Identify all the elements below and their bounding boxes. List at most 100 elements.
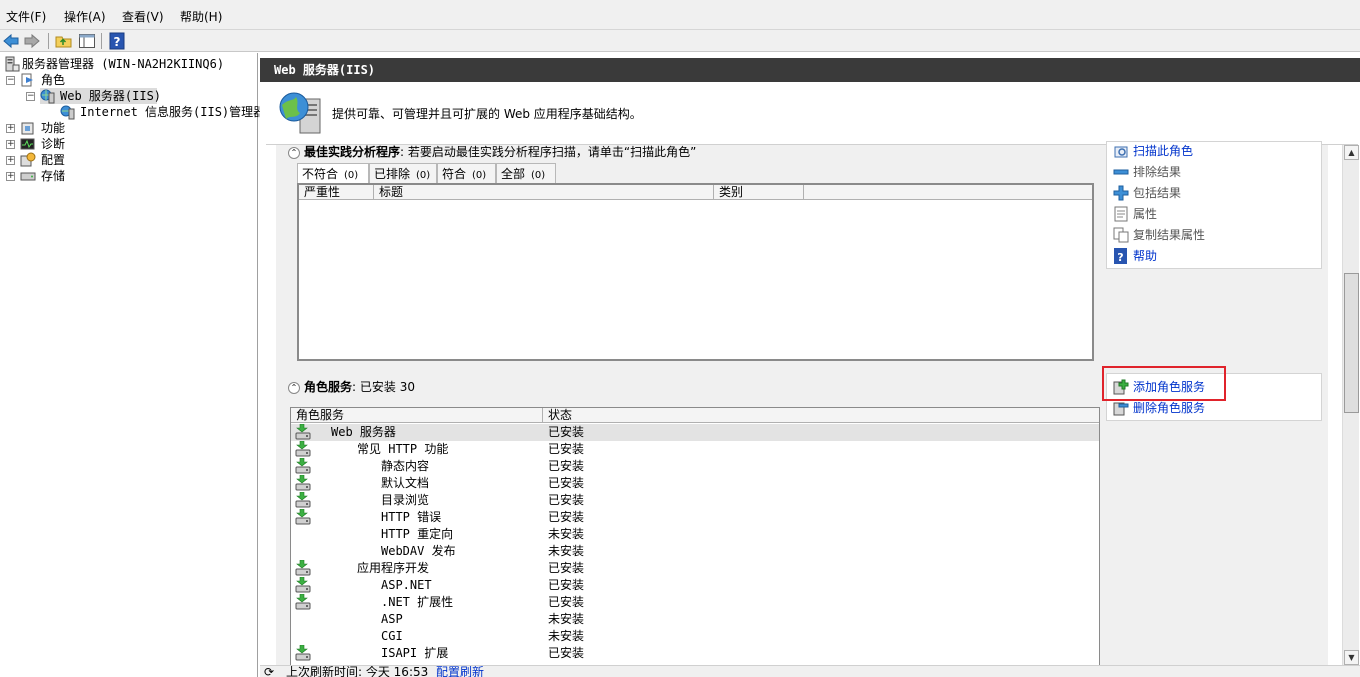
features-expand-toggle[interactable]: + — [6, 124, 15, 133]
include-icon — [1113, 185, 1129, 201]
menu-action[interactable]: 操作(A) — [64, 8, 106, 25]
server-manager-icon — [4, 56, 20, 72]
bpa-section-header: ⌃ 最佳实践分析程序: 若要启动最佳实践分析程序扫描，请单击“扫描此角色” — [288, 143, 696, 160]
menu-help[interactable]: 帮助(H) — [180, 8, 222, 25]
help-icon[interactable]: ? — [108, 32, 126, 50]
installed-icon — [295, 559, 311, 576]
role-service-name: 应用程序开发 — [357, 561, 430, 575]
role-service-status: 未安装 — [548, 629, 585, 643]
storage-expand-toggle[interactable]: + — [6, 172, 15, 181]
tab-all[interactable]: 全部 (0) — [496, 163, 556, 183]
bpa-collapse-button[interactable]: ⌃ — [288, 146, 300, 159]
scroll-up-arrow[interactable]: ▲ — [1344, 145, 1359, 160]
role-service-status: 未安装 — [548, 527, 585, 541]
table-row[interactable]: ASP.NET 已安装 — [291, 576, 1099, 594]
table-row[interactable]: HTTP 重定向 未安装 — [291, 526, 1099, 543]
scroll-thumb[interactable] — [1344, 273, 1359, 413]
copy-icon — [1113, 227, 1129, 243]
tab-noncompliant[interactable]: 不符合 (0) — [297, 163, 369, 183]
tab-compliant[interactable]: 符合 (0) — [437, 163, 496, 183]
table-row[interactable]: CGI 未安装 — [291, 628, 1099, 645]
tree-item-web-server[interactable]: Web 服务器(IIS) — [40, 88, 161, 104]
table-row[interactable]: ISAPI 扩展 已安装 — [291, 644, 1099, 662]
toolbar: ? — [0, 30, 1360, 52]
role-service-name: HTTP 错误 — [381, 510, 442, 524]
role-service-name: .NET 扩展性 — [381, 595, 454, 609]
table-row[interactable]: HTTP 错误 已安装 — [291, 508, 1099, 526]
role-service-name: WebDAV 发布 — [381, 544, 456, 558]
installed-icon — [295, 644, 311, 661]
svg-text:?: ? — [1117, 251, 1123, 264]
folder-up-icon[interactable] — [55, 32, 73, 50]
role-service-name: HTTP 重定向 — [381, 527, 454, 541]
bpa-results-grid: 严重性 标题 类别 — [297, 183, 1094, 361]
menu-view[interactable]: 查看(V) — [122, 8, 164, 25]
installed-icon — [295, 440, 311, 457]
storage-icon — [20, 168, 36, 184]
diagnostics-expand-toggle[interactable]: + — [6, 140, 15, 149]
roles-icon — [20, 72, 36, 88]
forward-icon[interactable] — [23, 32, 41, 50]
installed-icon — [295, 508, 311, 525]
column-status[interactable]: 状态 — [543, 408, 1099, 423]
configuration-expand-toggle[interactable]: + — [6, 156, 15, 165]
column-category[interactable]: 类别 — [714, 185, 804, 200]
table-row[interactable]: .NET 扩展性 已安装 — [291, 593, 1099, 611]
remove-role-service-icon — [1113, 400, 1129, 416]
installed-icon — [295, 593, 311, 610]
scroll-down-arrow[interactable]: ▼ — [1344, 650, 1359, 665]
installed-icon — [295, 576, 311, 593]
table-row[interactable]: 应用程序开发 已安装 — [291, 559, 1099, 577]
role-service-status: 已安装 — [548, 510, 585, 524]
table-row[interactable]: 目录浏览 已安装 — [291, 491, 1099, 509]
role-service-name: ASP.NET — [381, 578, 432, 592]
role-service-status: 已安装 — [548, 646, 585, 660]
table-row[interactable]: WebDAV 发布 未安装 — [291, 543, 1099, 560]
role-service-status: 已安装 — [548, 595, 585, 609]
features-icon — [20, 120, 36, 136]
role-service-status: 已安装 — [548, 561, 585, 575]
menu-file[interactable]: 文件(F) — [6, 8, 46, 25]
role-service-name: 静态内容 — [381, 459, 430, 473]
help-icon: ? — [1113, 248, 1129, 264]
column-title[interactable]: 标题 — [374, 185, 714, 200]
role-services-collapse-button[interactable]: ⌃ — [288, 381, 300, 394]
back-icon[interactable] — [2, 32, 20, 50]
role-service-name: ISAPI 扩展 — [381, 646, 449, 660]
column-role-service[interactable]: 角色服务 — [291, 408, 543, 423]
role-service-name: 常见 HTTP 功能 — [357, 442, 449, 456]
role-service-name: 目录浏览 — [381, 493, 430, 507]
table-row[interactable]: ASP 未安装 — [291, 611, 1099, 628]
bpa-grid-header: 严重性 标题 类别 — [299, 185, 1092, 200]
column-severity[interactable]: 严重性 — [299, 185, 374, 200]
iis-role-icon — [276, 89, 324, 137]
tab-excluded[interactable]: 已排除 (0) — [369, 163, 437, 183]
role-services-title: 角色服务 — [304, 380, 353, 394]
table-row[interactable]: 常见 HTTP 功能 已安装 — [291, 440, 1099, 458]
status-bar: ⟳ 上次刷新时间: 今天 16:53 配置刷新 — [260, 665, 1360, 677]
roles-collapse-toggle[interactable]: − — [6, 76, 15, 85]
web-server-icon — [40, 88, 56, 104]
console-tree-icon[interactable] — [78, 32, 96, 50]
installed-icon — [295, 491, 311, 508]
web-server-collapse-toggle[interactable]: − — [26, 92, 35, 101]
role-services-installed-count: : 已安装 30 — [352, 380, 415, 394]
configure-refresh-link[interactable]: 配置刷新 — [436, 666, 484, 677]
scan-icon — [1113, 143, 1129, 159]
role-service-status: 未安装 — [548, 612, 585, 626]
role-services-grid-header: 角色服务 状态 — [291, 408, 1099, 423]
details-pane: Web 服务器(IIS) 提供可靠、可管理并且可扩展的 Web 应用程序基础结构… — [260, 53, 1360, 677]
table-row[interactable]: 静态内容 已安装 — [291, 457, 1099, 475]
table-row[interactable]: Web 服务器 已安装 — [291, 423, 1099, 441]
role-banner: 提供可靠、可管理并且可扩展的 Web 应用程序基础结构。 — [266, 83, 1358, 145]
properties-icon — [1113, 206, 1129, 222]
role-service-name: Web 服务器 — [331, 425, 396, 439]
table-row[interactable]: 默认文档 已安装 — [291, 474, 1099, 492]
role-service-name: 默认文档 — [381, 476, 430, 490]
role-service-status: 未安装 — [548, 544, 585, 558]
last-refresh-text: 上次刷新时间: 今天 16:53 — [286, 665, 429, 677]
role-services-grid: 角色服务 状态 Web 服务器 已安装 常见 HTTP 功能 已安装 静态内容 已安装 默认… — [290, 407, 1100, 665]
refresh-icon: ⟳ — [264, 665, 275, 677]
highlight-annotation-box — [1102, 366, 1226, 401]
vertical-scrollbar[interactable]: ▲ ▼ — [1342, 145, 1359, 665]
